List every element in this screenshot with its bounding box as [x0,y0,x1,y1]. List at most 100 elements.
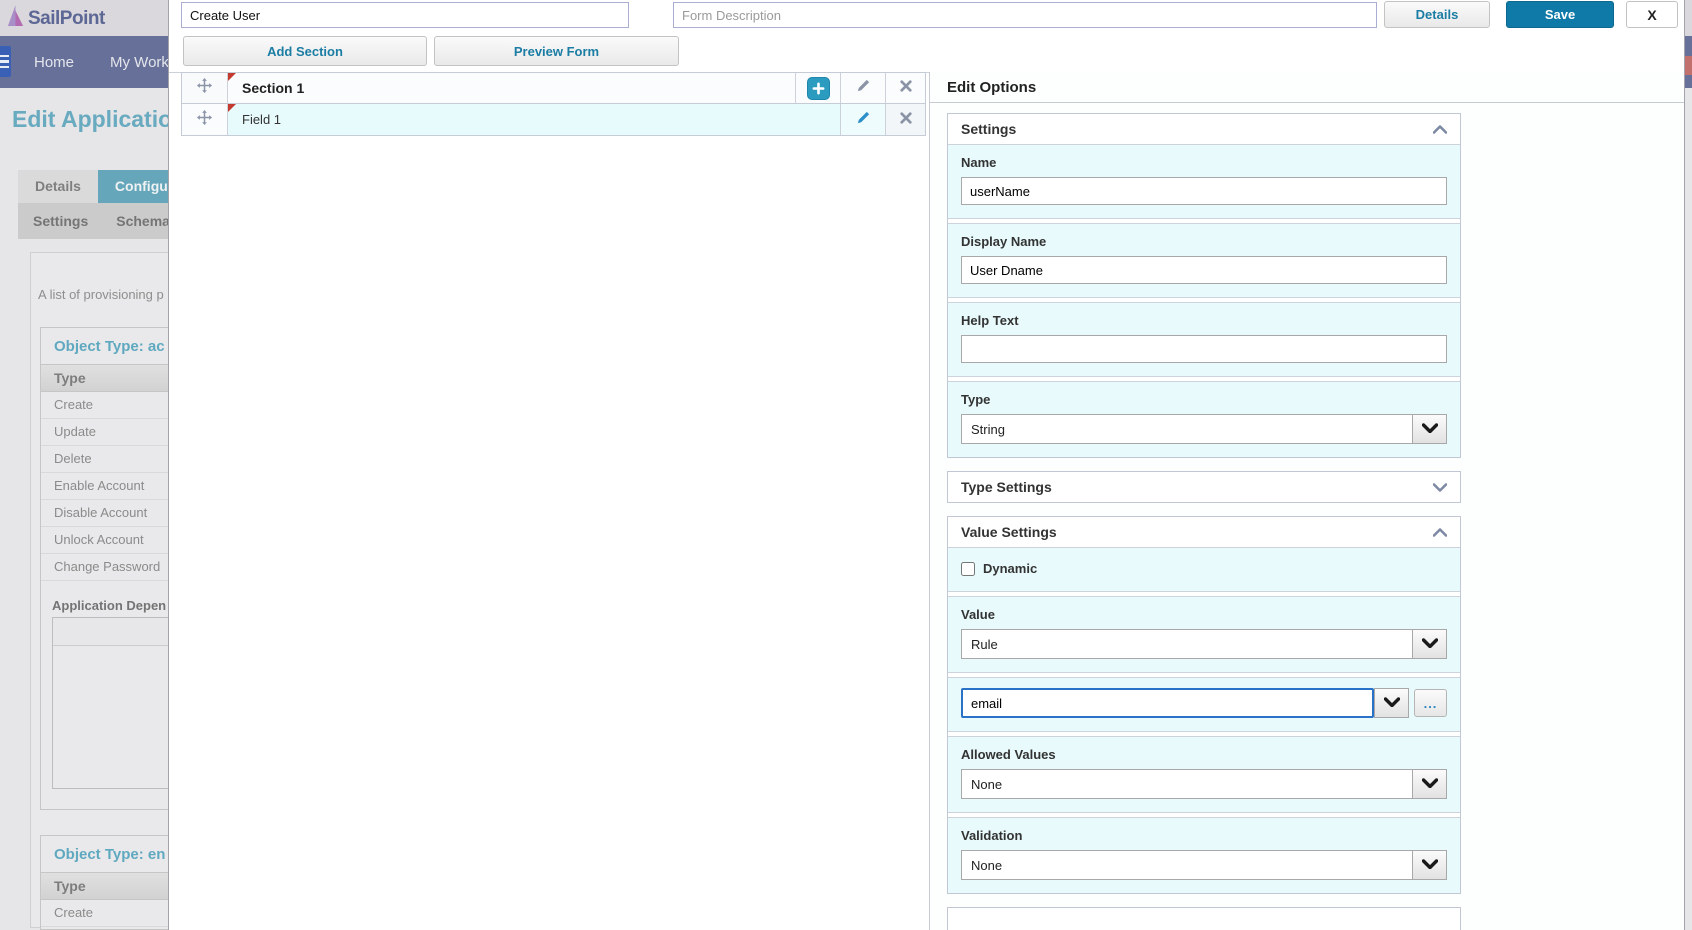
close-x-icon [900,111,912,129]
subtab-settings[interactable]: Settings [33,213,88,229]
screen: SailPoint Home My Work Edit Applicatio D… [0,0,1692,930]
validation-select[interactable]: None [961,850,1447,880]
value-type-select-value: Rule [961,629,1412,659]
application-dependency-label: Application Depen [52,598,166,613]
validation-group: Validation None [948,817,1460,893]
field-label: Field 1 [242,112,281,127]
edit-field-button[interactable] [840,104,885,135]
add-field-button[interactable] [795,73,840,103]
dynamic-group: Dynamic [948,547,1460,592]
form-editor-modal: Details Save X Add Section Preview Form … [168,0,1685,930]
next-settings-panel-partial [947,907,1461,930]
close-x-icon [900,79,912,97]
select-arrow-icon [1422,420,1438,438]
allowed-values-select-arrow-button[interactable] [1412,769,1447,799]
hamburger-menu-icon[interactable] [0,46,11,77]
select-arrow-icon [1422,775,1438,793]
sailpoint-logo: SailPoint [6,5,105,33]
settings-panel-header[interactable]: Settings [948,114,1460,144]
dynamic-label: Dynamic [983,561,1037,576]
type-select-value: String [961,414,1412,444]
name-label: Name [961,155,1447,170]
delete-section-button[interactable] [885,73,925,103]
type-field-group: Type String [948,381,1460,457]
field-title-cell[interactable]: Field 1 [227,104,840,135]
chevron-up-icon [1433,524,1447,540]
type-select-arrow-button[interactable] [1412,414,1447,444]
display-name-label: Display Name [961,234,1447,249]
add-section-button[interactable]: Add Section [183,36,427,66]
validation-label: Validation [961,828,1447,843]
select-arrow-icon [1384,694,1400,712]
move-icon [197,78,212,98]
type-label: Type [961,392,1447,407]
details-button[interactable]: Details [1384,1,1490,28]
rule-combo-arrow-button[interactable] [1374,688,1409,718]
form-description-input[interactable] [673,2,1377,28]
modified-marker [228,73,236,81]
value-group: Value Rule [948,596,1460,673]
field-row: Field 1 [182,103,925,135]
dynamic-checkbox[interactable] [961,562,975,576]
rule-combo-input[interactable] [961,688,1374,718]
type-settings-panel-header[interactable]: Type Settings [948,472,1460,502]
section-title: Section 1 [242,80,304,96]
form-structure-table: Section 1 [181,72,926,136]
select-arrow-icon [1422,635,1438,653]
value-type-select-arrow-button[interactable] [1412,629,1447,659]
subtab-schema[interactable]: Schema [116,213,170,229]
pencil-icon [856,78,871,98]
allowed-values-select-value: None [961,769,1412,799]
move-icon [197,110,212,130]
rule-more-button[interactable]: ... [1414,689,1447,717]
logo-text: SailPoint [28,8,105,30]
field-drag-handle[interactable] [182,104,227,135]
value-settings-panel-title: Value Settings [961,524,1057,540]
save-button[interactable]: Save [1506,1,1614,28]
name-input[interactable] [961,177,1447,205]
help-text-field-group: Help Text [948,302,1460,377]
value-settings-panel: Value Settings Dynamic Value [947,516,1461,894]
form-name-input[interactable] [181,2,629,28]
validation-select-value: None [961,850,1412,880]
tab-details[interactable]: Details [18,170,98,203]
value-type-select[interactable]: Rule [961,629,1447,659]
display-name-input[interactable] [961,256,1447,284]
page-title: Edit Applicatio [12,106,172,133]
chevron-up-icon [1433,121,1447,137]
close-button[interactable]: X [1626,1,1678,28]
plus-icon [807,77,830,100]
nav-item-my-work[interactable]: My Work [110,54,169,71]
allowed-values-select[interactable]: None [961,769,1447,799]
type-select[interactable]: String [961,414,1447,444]
section-row: Section 1 [182,72,925,103]
rule-value-group: ... [948,677,1460,732]
nav-item-home[interactable]: Home [34,54,74,71]
help-text-input[interactable] [961,335,1447,363]
settings-panel: Settings Name Display Name Help [947,113,1461,458]
pencil-icon [856,110,871,130]
edit-options-panel: Edit Options Settings Name Di [929,72,1684,930]
provisioning-description: A list of provisioning p [38,287,164,302]
display-name-field-group: Display Name [948,223,1460,298]
section-title-cell[interactable]: Section 1 [227,73,795,103]
modified-marker [228,104,236,112]
settings-panel-title: Settings [961,121,1016,137]
chevron-down-icon [1433,479,1447,495]
value-settings-panel-header[interactable]: Value Settings [948,517,1460,547]
type-settings-panel-title: Type Settings [961,479,1052,495]
value-label: Value [961,607,1447,622]
edit-options-title: Edit Options [930,72,1684,103]
allowed-values-label: Allowed Values [961,747,1447,762]
validation-select-arrow-button[interactable] [1412,850,1447,880]
preview-form-button[interactable]: Preview Form [434,36,679,66]
sail-logo-icon [6,5,25,33]
type-settings-panel: Type Settings [947,471,1461,503]
section-drag-handle[interactable] [182,73,227,103]
edit-section-button[interactable] [840,73,885,103]
name-field-group: Name [948,144,1460,219]
delete-field-button[interactable] [885,104,925,135]
help-text-label: Help Text [961,313,1447,328]
notification-badge [1685,56,1692,75]
allowed-values-group: Allowed Values None [948,736,1460,813]
